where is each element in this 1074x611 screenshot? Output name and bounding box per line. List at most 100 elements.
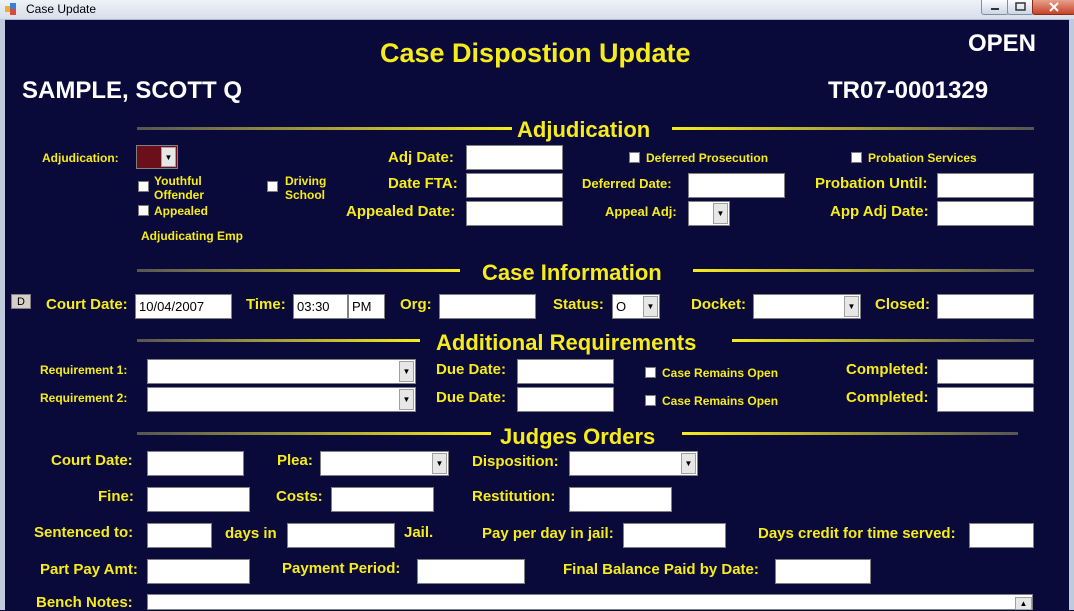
deferred-date-label: Deferred Date:: [582, 176, 672, 191]
scroll-up-icon: ▲: [1019, 599, 1028, 608]
deferred-prosecution-label: Deferred Prosecution: [646, 151, 769, 165]
chevron-down-icon: ▼: [643, 296, 658, 317]
case-remains-open-1-checkbox[interactable]: [645, 367, 656, 378]
requirement-2-label: Requirement 2:: [40, 391, 128, 405]
section-divider: [137, 339, 420, 342]
bench-notes-scrollbar[interactable]: ▲: [1015, 597, 1032, 610]
window-title: Case Update: [26, 2, 97, 16]
deferred-date-input[interactable]: [688, 173, 785, 198]
plea-select[interactable]: ▼: [320, 451, 449, 476]
ampm-input[interactable]: PM: [348, 294, 385, 319]
due-date-2-input[interactable]: [517, 387, 614, 412]
appeal-adj-label: Appeal Adj:: [605, 204, 677, 219]
orders-court-date-label: Court Date:: [51, 452, 133, 469]
time-label: Time:: [246, 296, 286, 313]
window-titlebar: Case Update: [0, 0, 1074, 20]
chevron-down-icon: ▼: [681, 453, 696, 474]
chevron-down-icon: ▼: [432, 453, 447, 474]
due-date-1-input[interactable]: [517, 359, 614, 384]
case-number: TR07-0001329: [828, 77, 989, 104]
adjudicating-emp-label: Adjudicating Emp: [141, 229, 243, 243]
final-balance-label: Final Balance Paid by Date:: [563, 561, 759, 578]
sentence-location-input[interactable]: [287, 523, 395, 548]
section-divider: [137, 269, 460, 272]
completed-2-input[interactable]: [937, 387, 1034, 412]
final-balance-input[interactable]: [775, 559, 871, 584]
adjudication-select[interactable]: ▼: [136, 145, 178, 169]
youthful-line1: Youthful: [154, 174, 202, 188]
completed-1-input[interactable]: [937, 359, 1034, 384]
bench-notes-textarea[interactable]: [147, 594, 1033, 610]
close-icon: [1049, 2, 1059, 12]
closed-input[interactable]: [937, 294, 1034, 319]
probation-services-checkbox[interactable]: [851, 152, 862, 163]
sentenced-days-input[interactable]: [147, 523, 212, 548]
window-frame-right: [1069, 19, 1074, 610]
section-divider: [672, 127, 1034, 130]
requirement-1-select[interactable]: ▼: [147, 359, 416, 384]
adj-date-input[interactable]: [466, 145, 563, 170]
adj-date-label: Adj Date:: [388, 149, 454, 166]
appealed-date-input[interactable]: [466, 201, 563, 226]
minimize-icon: [991, 8, 999, 10]
case-remains-open-1-label: Case Remains Open: [662, 366, 779, 380]
section-divider: [137, 432, 491, 435]
section-title-case-information: Case Information: [482, 260, 662, 285]
youthful-offender-checkbox[interactable]: [138, 181, 149, 192]
date-fta-input[interactable]: [466, 173, 563, 198]
app-adj-date-input[interactable]: [937, 201, 1034, 226]
appeal-adj-select[interactable]: ▼: [688, 201, 730, 226]
section-divider: [682, 432, 1018, 435]
org-input[interactable]: [439, 294, 536, 319]
costs-input[interactable]: [331, 487, 434, 512]
days-credit-label: Days credit for time served:: [758, 525, 956, 542]
section-title-additional-requirements: Additional Requirements: [436, 330, 697, 355]
minimize-button[interactable]: [981, 0, 1009, 15]
court-date-input[interactable]: 10/04/2007: [135, 294, 232, 319]
jail-label: Jail.: [404, 524, 434, 541]
completed-2-label: Completed:: [846, 389, 929, 406]
case-remains-open-2-checkbox[interactable]: [645, 395, 656, 406]
orders-court-date-input[interactable]: [147, 451, 244, 476]
maximize-button[interactable]: [1007, 0, 1034, 15]
time-input[interactable]: 03:30: [293, 294, 348, 319]
adjudication-label: Adjudication:: [42, 151, 119, 165]
driving-school-label: Driving School: [285, 174, 326, 202]
restitution-input[interactable]: [569, 487, 672, 512]
requirement-2-select[interactable]: ▼: [147, 387, 416, 412]
probation-until-input[interactable]: [937, 173, 1034, 198]
maximize-icon: [1015, 2, 1026, 11]
appealed-checkbox[interactable]: [138, 205, 149, 216]
fine-input[interactable]: [147, 487, 250, 512]
driving-school-checkbox[interactable]: [267, 181, 278, 192]
payment-period-label: Payment Period:: [282, 560, 401, 577]
section-title-judges-orders: Judges Orders: [500, 424, 656, 449]
appealed-date-label: Appealed Date:: [346, 203, 456, 220]
status-select[interactable]: O ▼: [612, 294, 660, 319]
due-date-2-label: Due Date:: [436, 389, 507, 406]
probation-until-label: Probation Until:: [815, 175, 928, 192]
close-button[interactable]: [1032, 0, 1074, 15]
chevron-down-icon: ▼: [844, 296, 859, 317]
pay-per-day-label: Pay per day in jail:: [482, 525, 614, 542]
docket-label: Docket:: [691, 296, 747, 313]
case-status-badge: OPEN: [968, 30, 1037, 57]
defendant-name: SAMPLE, SCOTT Q: [22, 77, 243, 104]
deferred-prosecution-checkbox[interactable]: [629, 152, 640, 163]
app-adj-date-label: App Adj Date:: [830, 203, 929, 220]
window-frame-left: [0, 19, 5, 610]
chevron-down-icon: ▼: [399, 389, 414, 410]
days-in-label: days in: [225, 525, 277, 542]
part-pay-amt-label: Part Pay Amt:: [40, 561, 138, 578]
days-credit-input[interactable]: [969, 523, 1034, 548]
chevron-down-icon: ▼: [713, 203, 728, 224]
sentenced-to-label: Sentenced to:: [34, 524, 134, 541]
driving-line2: School: [285, 188, 326, 202]
part-pay-amt-input[interactable]: [147, 559, 250, 584]
pay-per-day-input[interactable]: [623, 523, 726, 548]
section-title-adjudication: Adjudication: [517, 117, 651, 142]
docket-select[interactable]: ▼: [753, 294, 861, 319]
docket-d-button[interactable]: D: [11, 294, 31, 309]
payment-period-input[interactable]: [417, 559, 525, 584]
disposition-select[interactable]: ▼: [569, 451, 698, 476]
